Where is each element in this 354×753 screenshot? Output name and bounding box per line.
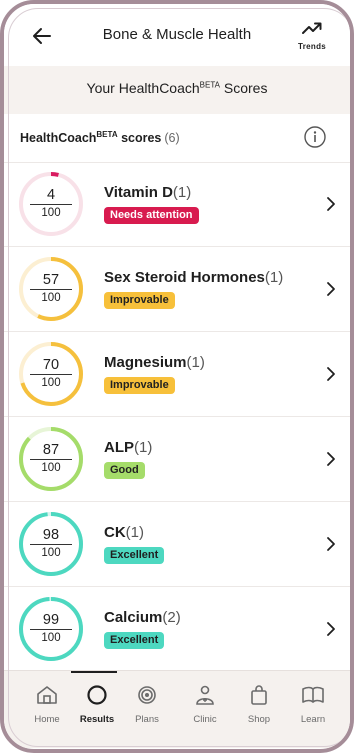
nav-label: Shop [247,714,271,725]
scores-section-header: HealthCoachBETA scores (6) [4,114,350,163]
score-value: 4 [46,187,56,203]
score-row[interactable]: 99 100 Calcium(2) Excellent [4,587,350,672]
active-tab-indicator [71,671,117,673]
chevron-right-icon [327,622,335,636]
nav-item-results[interactable]: Results [72,683,122,725]
score-value: 87 [42,442,60,458]
score-divider [30,544,72,545]
bottom-navigation: Home Results Plans Clinic Shop Learn [4,670,350,748]
score-value: 57 [42,272,60,288]
chevron-right-icon [327,367,335,381]
banner-title: Your HealthCoachBETA Scores [86,80,268,96]
nav-item-clinic[interactable]: Clinic [180,683,230,725]
status-badge: Good [104,462,145,479]
score-denominator: 100 [41,377,61,389]
score-denominator: 100 [41,462,61,474]
score-count: (2) [162,609,181,626]
score-row[interactable]: 57 100 Sex Steroid Hormones(1) Improvabl… [4,247,350,332]
trending-up-icon [302,22,322,34]
scores-title: HealthCoachBETA scores (6) [20,130,180,146]
learn-icon [302,686,324,703]
nav-label: Learn [300,714,326,725]
trends-button[interactable]: Trends [294,20,330,51]
score-count: (1) [186,354,205,371]
score-row[interactable]: 98 100 CK(1) Excellent [4,502,350,587]
score-name: Magnesium(1) [104,354,205,371]
score-divider [30,629,72,630]
score-divider [30,459,72,460]
nav-item-learn[interactable]: Learn [288,683,338,725]
nav-label: Clinic [193,714,217,725]
score-denominator: 100 [41,547,61,559]
chevron-right-icon [327,282,335,296]
score-row[interactable]: 87 100 ALP(1) Good [4,417,350,502]
chevron-right-icon [327,537,335,551]
status-badge: Excellent [104,632,165,649]
score-denominator: 100 [41,632,61,644]
nav-item-home[interactable]: Home [22,683,72,725]
status-badge: Improvable [104,377,175,394]
score-list: 4 100 Vitamin D(1) Needs attention 57 10… [4,162,350,672]
results-icon [87,685,107,705]
score-count: (1) [125,524,145,541]
nav-label: Home [34,714,60,725]
clinic-icon [196,685,214,705]
trends-label: Trends [297,42,327,51]
info-icon[interactable] [304,126,326,148]
plans-icon [138,686,156,704]
nav-label: Plans [135,714,159,725]
app-header: Bone & Muscle Health Trends [4,4,350,66]
home-icon [37,686,57,704]
shop-icon [251,685,267,705]
nav-label: Results [79,714,115,725]
score-denominator: 100 [41,292,61,304]
score-name: Vitamin D(1) [104,184,192,201]
nav-item-plans[interactable]: Plans [122,683,172,725]
score-name: CK(1) [104,524,145,541]
nav-item-shop[interactable]: Shop [234,683,284,725]
score-count: (1) [264,269,284,286]
score-value: 99 [42,612,60,628]
status-badge: Improvable [104,292,175,309]
score-count: (1) [134,439,153,456]
status-badge: Needs attention [104,207,199,224]
scores-count: (6) [164,131,180,146]
phone-frame: Bone & Muscle Health Trends Your HealthC… [0,0,354,753]
score-row[interactable]: 4 100 Vitamin D(1) Needs attention [4,162,350,247]
score-row[interactable]: 70 100 Magnesium(1) Improvable [4,332,350,417]
score-divider [30,289,72,290]
score-denominator: 100 [41,207,61,219]
score-value: 70 [42,357,60,373]
scores-banner: Your HealthCoachBETA Scores [4,66,350,114]
score-divider [30,374,72,375]
score-name: ALP(1) [104,439,153,456]
score-divider [30,204,72,205]
chevron-right-icon [327,197,335,211]
score-name: Calcium(2) [104,609,181,626]
chevron-right-icon [327,452,335,466]
status-badge: Excellent [104,547,165,564]
score-count: (1) [172,184,192,201]
score-name: Sex Steroid Hormones(1) [104,269,284,286]
score-value: 98 [42,527,60,543]
